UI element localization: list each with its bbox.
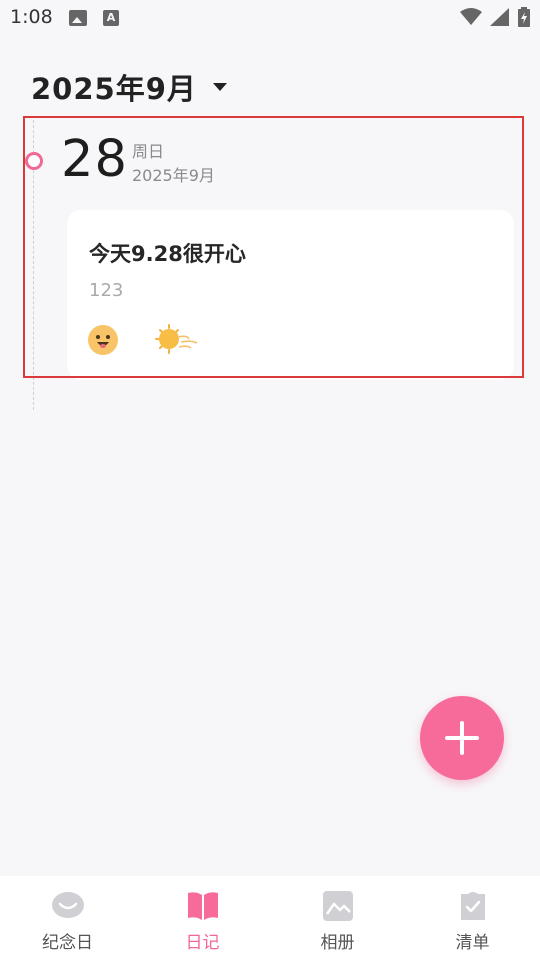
add-entry-button[interactable] — [420, 696, 504, 780]
month-selector[interactable]: 2025年9月 — [31, 66, 227, 108]
happy-face-icon — [88, 325, 118, 355]
image-icon — [69, 10, 87, 26]
entry-title: 今天9.28很开心 — [89, 242, 246, 266]
a-icon: A — [103, 10, 119, 26]
nav-item-checklist[interactable]: 清单 — [405, 876, 540, 960]
nav-item-diary[interactable]: 日记 — [135, 876, 270, 960]
nav-label-anniversary: 纪念日 — [42, 933, 93, 953]
battery-icon — [518, 7, 530, 27]
album-icon — [322, 891, 353, 921]
wifi-icon — [460, 8, 482, 25]
status-bar: 1:08 A — [0, 0, 540, 36]
diary-book-icon — [187, 892, 218, 920]
nav-item-anniversary[interactable]: 纪念日 — [0, 876, 135, 960]
dropdown-arrow-icon — [212, 83, 227, 91]
nav-label-diary: 日记 — [185, 933, 220, 953]
nav-label-album: 相册 — [320, 933, 355, 953]
status-right-icons — [460, 7, 530, 27]
month-title: 2025年9月 — [31, 72, 197, 106]
sunny-windy-icon — [155, 324, 198, 354]
nav-item-album[interactable]: 相册 — [270, 876, 405, 960]
timeline-dot — [25, 152, 43, 170]
entry-weekday: 周日 — [132, 142, 165, 161]
diary-entry-card[interactable]: 今天9.28很开心 123 — [67, 210, 514, 380]
bottom-navigation: 纪念日 日记 相册 清单 — [0, 876, 540, 960]
nav-label-checklist: 清单 — [455, 933, 490, 953]
status-time: 1:08 — [10, 6, 53, 28]
plus-icon-vertical — [460, 721, 464, 755]
signal-icon — [490, 8, 509, 26]
entry-day: 28 — [61, 130, 128, 189]
entry-month: 2025年9月 — [132, 166, 215, 185]
anniversary-icon — [51, 892, 84, 918]
screen: 1:08 A 2025年9月 28 周日 2025年9月 今天9.28很开心 1… — [0, 0, 540, 960]
checklist-icon — [460, 892, 485, 920]
entry-body: 123 — [89, 280, 124, 301]
